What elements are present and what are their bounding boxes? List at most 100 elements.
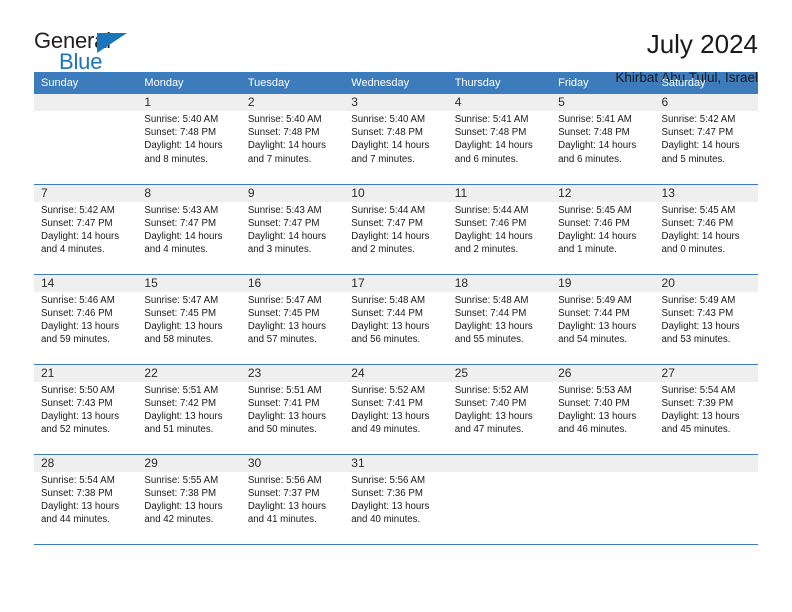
calendar-day-cell-empty xyxy=(551,454,655,545)
daylight-text: Daylight: 13 hours and 42 minutes. xyxy=(144,500,223,526)
day-details: Sunrise: 5:52 AM Sunset: 7:40 PM Daylight:… xyxy=(448,382,551,437)
daylight-text: Daylight: 13 hours and 58 minutes. xyxy=(144,320,223,346)
sunrise-text: Sunrise: 5:52 AM xyxy=(454,384,529,396)
day-details: Sunrise: 5:56 AM Sunset: 7:37 PM Daylight:… xyxy=(241,472,344,527)
calendar-day-cell[interactable]: 5 Sunrise: 5:41 AM Sunset: 7:48 PM Daylight… xyxy=(551,94,655,185)
sunrise-text: Sunrise: 5:41 AM xyxy=(558,114,632,125)
daylight-text: Daylight: 14 hours and 2 minutes. xyxy=(351,230,430,256)
daylight-text: Daylight: 13 hours and 45 minutes. xyxy=(661,410,740,436)
calendar-day-cell[interactable]: 8 Sunrise: 5:43 AM Sunset: 7:47 PM Daylight… xyxy=(137,184,241,275)
sunset-text: Sunset: 7:48 PM xyxy=(247,127,320,139)
calendar-day-cell-empty xyxy=(447,454,552,545)
day-number: 1 xyxy=(137,94,241,111)
calendar-day-cell[interactable]: 11 Sunrise: 5:44 AM Sunset: 7:46 PM Dayligh… xyxy=(447,184,552,275)
sunrise-text: Sunrise: 5:42 AM xyxy=(661,114,736,125)
day-details: Sunrise: 5:43 AM Sunset: 7:47 PM Daylight:… xyxy=(137,202,240,257)
day-number: 5 xyxy=(551,94,655,111)
sunset-text: Sunset: 7:47 PM xyxy=(144,217,217,229)
general-blue-logo[interactable]: General Blue xyxy=(34,28,144,80)
calendar-day-cell[interactable]: 24 Sunrise: 5:52 AM Sunset: 7:41 PM Dayligh… xyxy=(344,364,448,455)
calendar-day-cell[interactable]: 25 Sunrise: 5:52 AM Sunset: 7:40 PM Dayligh… xyxy=(447,364,552,455)
sunset-text: Sunset: 7:46 PM xyxy=(454,217,527,229)
sunset-text: Sunset: 7:46 PM xyxy=(558,217,630,229)
daylight-text: Daylight: 14 hours and 7 minutes. xyxy=(351,140,430,165)
page-header: General Blue July 2024 Khirbat Abu Tulul… xyxy=(34,0,758,85)
daylight-text: Daylight: 14 hours and 2 minutes. xyxy=(454,230,533,256)
daylight-text: Daylight: 13 hours and 51 minutes. xyxy=(144,410,223,436)
calendar-day-cell[interactable]: 2 Sunrise: 5:40 AM Sunset: 7:48 PM Daylight… xyxy=(240,94,345,185)
calendar-day-cell[interactable]: 30 Sunrise: 5:56 AM Sunset: 7:37 PM Dayligh… xyxy=(240,454,345,545)
daylight-text: Daylight: 14 hours and 4 minutes. xyxy=(144,230,223,256)
calendar-day-cell[interactable]: 15 Sunrise: 5:47 AM Sunset: 7:45 PM Dayligh… xyxy=(137,274,241,365)
calendar-day-cell[interactable]: 9 Sunrise: 5:43 AM Sunset: 7:47 PM Daylight… xyxy=(240,184,345,275)
calendar-day-cell[interactable]: 21 Sunrise: 5:50 AM Sunset: 7:43 PM Dayligh… xyxy=(34,364,138,455)
sunrise-text: Sunrise: 5:40 AM xyxy=(247,114,322,125)
daylight-text: Daylight: 13 hours and 46 minutes. xyxy=(558,410,637,436)
calendar-day-cell[interactable]: 29 Sunrise: 5:55 AM Sunset: 7:38 PM Dayligh… xyxy=(137,454,241,545)
sunset-text: Sunset: 7:44 PM xyxy=(351,307,423,319)
sunset-text: Sunset: 7:41 PM xyxy=(247,397,320,409)
day-number: 18 xyxy=(447,274,552,292)
day-details: Sunrise: 5:41 AM Sunset: 7:48 PM Daylight:… xyxy=(551,111,654,166)
daylight-text: Daylight: 13 hours and 50 minutes. xyxy=(247,410,326,436)
day-details: Sunrise: 5:50 AM Sunset: 7:43 PM Daylight:… xyxy=(34,382,137,437)
day-number: 13 xyxy=(654,184,758,202)
sunrise-text: Sunrise: 5:43 AM xyxy=(144,204,219,216)
calendar-day-cell[interactable]: 22 Sunrise: 5:51 AM Sunset: 7:42 PM Dayligh… xyxy=(137,364,241,455)
day-details: Sunrise: 5:40 AM Sunset: 7:48 PM Daylight:… xyxy=(344,111,447,166)
calendar-day-cell[interactable]: 27 Sunrise: 5:54 AM Sunset: 7:39 PM Dayligh… xyxy=(654,364,758,455)
weekday-header-thursday: Thursday xyxy=(447,72,552,94)
calendar-day-cell[interactable]: 28 Sunrise: 5:54 AM Sunset: 7:38 PM Dayligh… xyxy=(34,454,138,545)
sunrise-text: Sunrise: 5:46 AM xyxy=(41,294,115,306)
day-details: Sunrise: 5:44 AM Sunset: 7:46 PM Daylight:… xyxy=(448,202,551,257)
sunset-text: Sunset: 7:38 PM xyxy=(144,487,217,499)
calendar-day-cell-empty xyxy=(654,454,758,545)
calendar-day-cell[interactable]: 1 Sunrise: 5:40 AM Sunset: 7:48 PM Daylight… xyxy=(137,94,241,185)
day-number: 31 xyxy=(344,454,448,472)
day-number: 28 xyxy=(34,454,138,472)
daylight-text: Daylight: 13 hours and 57 minutes. xyxy=(247,320,326,346)
daylight-text: Daylight: 13 hours and 47 minutes. xyxy=(454,410,533,436)
sunset-text: Sunset: 7:37 PM xyxy=(247,487,320,499)
calendar-day-cell[interactable]: 10 Sunrise: 5:44 AM Sunset: 7:47 PM Dayligh… xyxy=(344,184,448,275)
calendar-day-cell[interactable]: 12 Sunrise: 5:45 AM Sunset: 7:46 PM Dayligh… xyxy=(551,184,655,275)
calendar-day-cell[interactable]: 26 Sunrise: 5:53 AM Sunset: 7:40 PM Dayligh… xyxy=(551,364,655,455)
sunset-text: Sunset: 7:47 PM xyxy=(247,217,320,229)
day-details: Sunrise: 5:49 AM Sunset: 7:44 PM Daylight:… xyxy=(551,292,654,347)
day-details: Sunrise: 5:41 AM Sunset: 7:48 PM Daylight:… xyxy=(448,111,551,166)
calendar-body: 1 Sunrise: 5:40 AM Sunset: 7:48 PM Daylight… xyxy=(34,94,758,545)
sunset-text: Sunset: 7:43 PM xyxy=(41,397,113,409)
calendar-day-cell[interactable]: 6 Sunrise: 5:42 AM Sunset: 7:47 PM Daylight… xyxy=(654,94,758,185)
day-details: Sunrise: 5:40 AM Sunset: 7:48 PM Daylight:… xyxy=(137,111,240,166)
calendar-day-cell[interactable]: 31 Sunrise: 5:56 AM Sunset: 7:36 PM Dayligh… xyxy=(344,454,448,545)
day-details: Sunrise: 5:47 AM Sunset: 7:45 PM Daylight:… xyxy=(241,292,344,347)
day-number: 30 xyxy=(240,454,345,472)
calendar-day-cell[interactable]: 17 Sunrise: 5:48 AM Sunset: 7:44 PM Dayligh… xyxy=(344,274,448,365)
day-details: Sunrise: 5:54 AM Sunset: 7:38 PM Daylight:… xyxy=(34,472,137,527)
day-number: 9 xyxy=(240,184,345,202)
calendar-day-cell[interactable]: 23 Sunrise: 5:51 AM Sunset: 7:41 PM Dayligh… xyxy=(240,364,345,455)
calendar-day-cell[interactable]: 14 Sunrise: 5:46 AM Sunset: 7:46 PM Dayligh… xyxy=(34,274,138,365)
calendar-day-cell[interactable]: 19 Sunrise: 5:49 AM Sunset: 7:44 PM Dayligh… xyxy=(551,274,655,365)
sunset-text: Sunset: 7:39 PM xyxy=(661,397,734,409)
day-number: 8 xyxy=(137,184,241,202)
calendar-day-cell[interactable]: 13 Sunrise: 5:45 AM Sunset: 7:46 PM Dayligh… xyxy=(654,184,758,275)
daylight-text: Daylight: 13 hours and 54 minutes. xyxy=(558,320,637,346)
calendar-day-cell[interactable]: 16 Sunrise: 5:47 AM Sunset: 7:45 PM Dayligh… xyxy=(240,274,345,365)
sunrise-text: Sunrise: 5:52 AM xyxy=(351,384,426,396)
sunset-text: Sunset: 7:42 PM xyxy=(144,397,217,409)
sunset-text: Sunset: 7:48 PM xyxy=(558,127,630,139)
calendar-day-cell[interactable]: 4 Sunrise: 5:41 AM Sunset: 7:48 PM Daylight… xyxy=(447,94,552,185)
day-details: Sunrise: 5:51 AM Sunset: 7:42 PM Daylight:… xyxy=(137,382,240,437)
calendar-day-cell[interactable]: 20 Sunrise: 5:49 AM Sunset: 7:43 PM Dayligh… xyxy=(654,274,758,365)
weekday-header-wednesday: Wednesday xyxy=(344,72,448,94)
day-number: 11 xyxy=(447,184,552,202)
calendar-day-cell[interactable]: 7 Sunrise: 5:42 AM Sunset: 7:47 PM Daylight… xyxy=(34,184,138,275)
day-number xyxy=(34,94,138,111)
day-number: 22 xyxy=(137,364,241,382)
calendar-day-cell[interactable]: 3 Sunrise: 5:40 AM Sunset: 7:48 PM Daylight… xyxy=(344,94,448,185)
sunset-text: Sunset: 7:36 PM xyxy=(351,487,423,499)
calendar-day-cell[interactable]: 18 Sunrise: 5:48 AM Sunset: 7:44 PM Dayligh… xyxy=(447,274,552,365)
sunset-text: Sunset: 7:47 PM xyxy=(41,217,113,229)
day-number xyxy=(551,454,655,472)
